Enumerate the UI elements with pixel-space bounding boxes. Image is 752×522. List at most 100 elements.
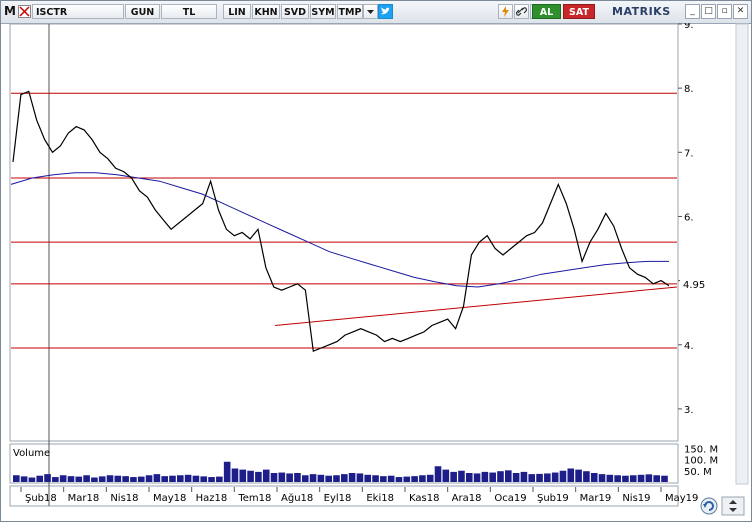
brand-logo: MATRIKS xyxy=(612,5,671,18)
buy-button[interactable]: AL xyxy=(532,4,561,19)
sell-button[interactable]: SAT xyxy=(563,4,595,19)
volume-bar xyxy=(216,476,223,482)
volume-bar xyxy=(567,468,575,482)
sym-button[interactable]: SYM xyxy=(310,4,336,19)
volume-bar xyxy=(559,470,567,482)
x-tick-label: May18 xyxy=(153,493,186,504)
volume-bar xyxy=(380,476,387,482)
volume-bar xyxy=(333,475,340,482)
currency-button[interactable]: TL xyxy=(161,4,217,19)
tmp-button[interactable]: TMP xyxy=(337,4,363,19)
volume-bar xyxy=(137,476,145,482)
volume-bar xyxy=(575,469,582,482)
period-button[interactable]: GUN xyxy=(125,4,160,19)
y-tick-label: 4. xyxy=(684,341,694,352)
volume-bar xyxy=(528,474,536,482)
volume-bar xyxy=(239,469,247,482)
volume-bar xyxy=(255,471,262,482)
volume-bar xyxy=(614,475,621,482)
lightning-icon[interactable] xyxy=(498,4,513,19)
volume-bar xyxy=(387,475,395,482)
volume-bar xyxy=(341,474,348,482)
y-tick-label: 7. xyxy=(684,148,694,159)
volume-bar xyxy=(317,474,325,482)
stepper-icon[interactable] xyxy=(721,496,745,516)
scale-button[interactable]: LIN xyxy=(223,4,251,19)
volume-bar xyxy=(395,477,403,482)
chart-window: M ISCTR GUN TL LIN KHN SVD SYM TMP AL SA… xyxy=(0,0,752,522)
volume-bar xyxy=(231,468,239,482)
x-tick-label: Tem18 xyxy=(237,493,271,504)
volume-bar xyxy=(544,473,551,482)
volume-bar xyxy=(169,475,176,482)
y-tick-label: 6. xyxy=(684,212,694,223)
volume-bar xyxy=(473,473,481,482)
volume-bar xyxy=(606,474,614,482)
link-icon[interactable] xyxy=(514,4,529,19)
volume-bar xyxy=(59,475,67,482)
volume-bar xyxy=(629,475,637,482)
refresh-circle-icon[interactable] xyxy=(700,497,718,515)
restore-icon[interactable]: ▫ xyxy=(717,4,732,19)
bottom-controls xyxy=(698,494,748,518)
price-chart[interactable]: 9.8.7.6.5.4.3.4.95 Volume150. M100. M50.… xyxy=(1,23,751,521)
volume-bar xyxy=(426,474,434,482)
x-tick-label: Mar18 xyxy=(68,493,100,504)
volume-bar xyxy=(325,475,332,482)
volume-bar xyxy=(481,471,489,482)
x-tick-label: Şub19 xyxy=(537,493,569,504)
volume-bar xyxy=(653,475,660,482)
volume-bar xyxy=(36,475,44,482)
dropdown-arrow-icon[interactable] xyxy=(363,4,378,19)
volume-bar xyxy=(442,469,450,482)
volume-bar xyxy=(348,473,356,482)
y-tick-label: 3. xyxy=(684,405,694,416)
symbol-field[interactable]: ISCTR xyxy=(32,4,124,19)
x-tick-label: Nis19 xyxy=(622,493,650,504)
volume-bar xyxy=(83,475,90,482)
volume-bar xyxy=(372,475,379,482)
close-symbol-icon[interactable] xyxy=(18,5,31,18)
volume-bar xyxy=(551,472,559,482)
volume-bar xyxy=(512,473,520,482)
maximize-icon[interactable]: □ xyxy=(701,4,716,19)
volume-bar xyxy=(75,476,83,482)
x-tick-label: Ağu18 xyxy=(281,492,313,504)
volume-bar xyxy=(28,477,36,482)
close-icon[interactable]: ✕ xyxy=(733,4,748,19)
volume-bar xyxy=(403,476,411,482)
volume-bar xyxy=(497,471,504,482)
x-tick-label: Kas18 xyxy=(409,493,439,504)
volume-bar xyxy=(419,475,426,482)
x-tick-label: Oca19 xyxy=(494,493,526,504)
khn-button[interactable]: KHN xyxy=(252,4,280,19)
toolbar: M ISCTR GUN TL LIN KHN SVD SYM TMP AL SA… xyxy=(1,1,751,24)
volume-bar xyxy=(536,473,543,482)
x-tick-label: Şub18 xyxy=(25,493,57,504)
volume-bar xyxy=(247,470,254,482)
volume-bar xyxy=(208,477,215,482)
volume-tick-label: 100. M xyxy=(684,456,718,467)
volume-bar xyxy=(145,475,153,482)
volume-bar xyxy=(20,476,28,482)
volume-bar xyxy=(450,471,457,482)
volume-bar xyxy=(130,477,137,482)
volume-bar xyxy=(177,475,184,482)
volume-tick-label: 150. M xyxy=(684,444,718,455)
volume-bar xyxy=(583,471,590,482)
vertical-scrollbar[interactable] xyxy=(735,23,749,485)
volume-bar xyxy=(520,471,528,482)
svd-button[interactable]: SVD xyxy=(281,4,309,19)
volume-bar xyxy=(122,476,129,482)
volume-bar xyxy=(262,469,270,482)
volume-bar xyxy=(270,473,278,482)
volume-bar xyxy=(411,476,418,482)
volume-bar xyxy=(294,473,301,482)
menu-letter[interactable]: M xyxy=(3,4,17,19)
volume-tick-label: 50. M xyxy=(684,467,712,478)
volume-bar xyxy=(278,472,286,482)
volume-bar xyxy=(161,476,168,482)
minimize-icon[interactable]: _ xyxy=(685,4,700,19)
y-tick-label: 9. xyxy=(684,23,694,31)
twitter-icon[interactable] xyxy=(378,4,393,19)
